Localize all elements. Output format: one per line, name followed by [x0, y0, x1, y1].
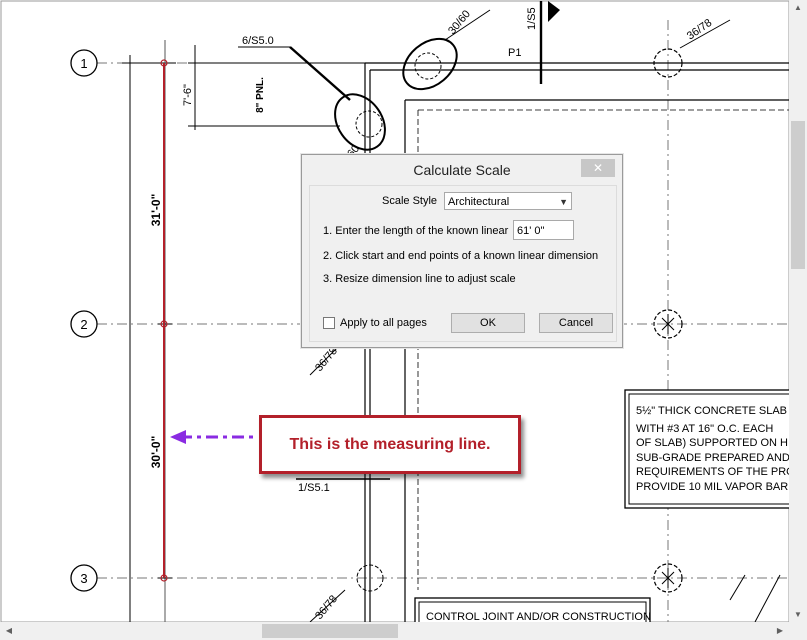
close-icon[interactable]: ✕	[581, 159, 615, 177]
dimension-text-top: 31'-0"	[149, 194, 163, 227]
ok-button[interactable]: OK	[451, 313, 525, 333]
note-line-6: PROVIDE 10 MIL VAPOR BAR	[636, 481, 788, 493]
known-length-input[interactable]: 61' 0"	[513, 220, 574, 240]
dimension-text-small: 7'-6"	[182, 84, 194, 106]
cancel-button[interactable]: Cancel	[539, 313, 613, 333]
grid-bubble-1: 1	[70, 49, 98, 77]
detail-callout-3060	[402, 9, 491, 91]
pointer-arrow	[170, 430, 258, 444]
detail-ref-1s5: 1/S5	[526, 7, 538, 30]
scroll-up-icon[interactable]: ▲	[789, 3, 807, 12]
measuring-line[interactable]	[160, 59, 168, 582]
horizontal-scrollbar[interactable]: ◀ ▶	[0, 622, 789, 640]
scroll-down-icon[interactable]: ▼	[789, 610, 807, 619]
svg-text:2: 2	[80, 317, 87, 332]
detail-ref-3678-a: 36/78	[685, 17, 714, 43]
svg-text:1: 1	[80, 56, 87, 71]
apply-all-checkbox[interactable]	[323, 317, 335, 329]
note-line-1: 5½" THICK CONCRETE SLAB	[636, 405, 787, 417]
detail-ref-3678-c: 36/78	[313, 593, 340, 622]
dialog-title: Calculate Scale	[413, 162, 511, 178]
note-line-2: WITH #3 AT 16" O.C. EACH	[636, 423, 773, 435]
note-line-5: REQUIREMENTS OF THE PRO	[636, 466, 795, 478]
scale-style-value: Architectural	[448, 196, 510, 208]
detail-ref-3060: 30/60	[446, 8, 473, 37]
grid-bubble-3: 3	[70, 564, 98, 592]
scale-style-label: Scale Style	[382, 195, 438, 207]
grid-bubble-2: 2	[70, 310, 98, 338]
measuring-line-callout: This is the measuring line.	[259, 415, 521, 474]
scroll-right-icon[interactable]: ▶	[771, 626, 789, 635]
detail-ref-6s50: 6/S5.0	[242, 35, 274, 47]
detail-ref-1s51: 1/S5.1	[298, 482, 330, 494]
note-line-4: SUB-GRADE PREPARED AND	[636, 452, 790, 464]
step1-label: 1. Enter the length of the known linear	[323, 225, 509, 237]
scroll-left-icon[interactable]: ◀	[0, 626, 18, 635]
step3-label: 3. Resize dimension line to adjust scale	[323, 273, 516, 285]
calculate-scale-dialog: Calculate Scale ✕ Scale Style Architectu…	[301, 154, 623, 348]
scale-style-select[interactable]: Architectural ▼	[444, 192, 572, 210]
panel-label: 8" PNL.	[255, 77, 266, 113]
vertical-scroll-thumb[interactable]	[791, 121, 805, 269]
dialog-body: Scale Style Architectural ▼ 1. Enter the…	[309, 185, 617, 342]
callout-text: This is the measuring line.	[289, 436, 491, 453]
dimension-text-bottom: 30'-0"	[149, 436, 163, 469]
chevron-down-icon: ▼	[559, 197, 568, 207]
apply-all-label[interactable]: Apply to all pages	[340, 317, 427, 329]
step2-label: 2. Click start and end points of a known…	[323, 250, 599, 262]
p1-label: P1	[508, 47, 521, 59]
scrollbar-corner	[789, 622, 807, 640]
note-line-3: OF SLAB) SUPPORTED ON H	[636, 437, 788, 449]
horizontal-scroll-thumb[interactable]	[262, 624, 398, 638]
vertical-scrollbar[interactable]: ▲ ▼	[789, 0, 807, 622]
svg-text:3: 3	[80, 571, 87, 586]
slab-note-box: 5½" THICK CONCRETE SLAB WITH #3 AT 16" O…	[624, 389, 796, 509]
